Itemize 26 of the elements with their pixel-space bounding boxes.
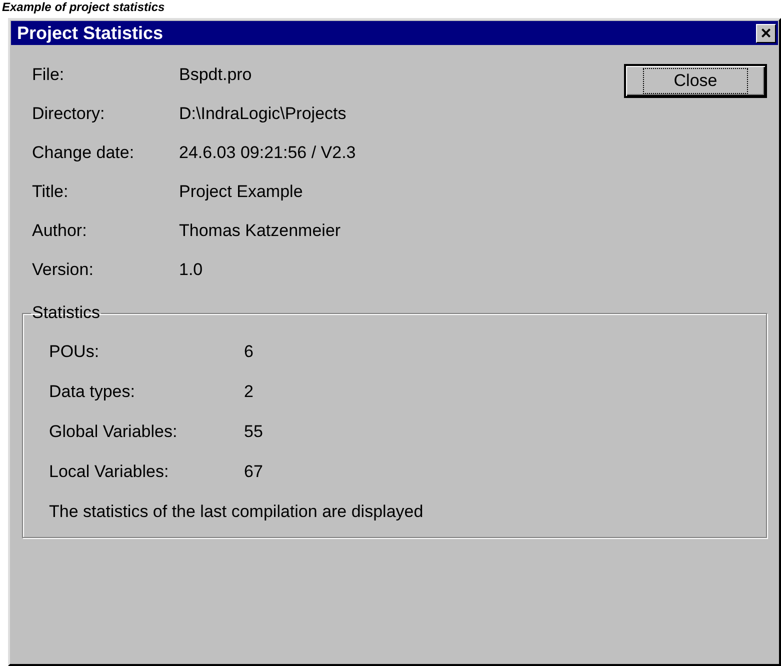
field-label: Author: bbox=[32, 220, 88, 242]
stat-label: Global Variables: bbox=[49, 421, 178, 443]
window-title: Project Statistics bbox=[17, 22, 164, 44]
field-value: Project Example bbox=[179, 181, 304, 203]
stat-value: 6 bbox=[244, 341, 254, 363]
stat-label: POUs: bbox=[49, 341, 100, 363]
stat-value: 67 bbox=[244, 461, 264, 483]
stat-value: 2 bbox=[244, 381, 254, 403]
stat-label: Local Variables: bbox=[49, 461, 170, 483]
group-label: Statistics bbox=[31, 303, 102, 323]
field-label: Directory: bbox=[32, 103, 106, 125]
close-button[interactable]: × bbox=[756, 24, 776, 42]
field-label: File: bbox=[32, 64, 66, 86]
field-value: D:\IndraLogic\Projects bbox=[179, 103, 348, 125]
field-label: Version: bbox=[32, 259, 94, 281]
stat-value: 55 bbox=[244, 421, 264, 443]
figure-caption: Example of project statistics bbox=[1, 1, 165, 15]
field-label: Title: bbox=[32, 181, 70, 203]
info-text: The statistics of the last compilation are displayed bbox=[49, 501, 424, 523]
field-value: 1.0 bbox=[179, 259, 204, 281]
stat-label: Data types: bbox=[49, 381, 136, 403]
field-label: Change date: bbox=[32, 142, 136, 164]
field-value: 24.6.03 09:21:56 / V2.3 bbox=[179, 142, 357, 164]
field-value: Thomas Katzenmeier bbox=[179, 220, 342, 242]
close-dialog-button[interactable]: Close bbox=[624, 64, 767, 98]
field-value: Bspdt.pro bbox=[179, 64, 253, 86]
